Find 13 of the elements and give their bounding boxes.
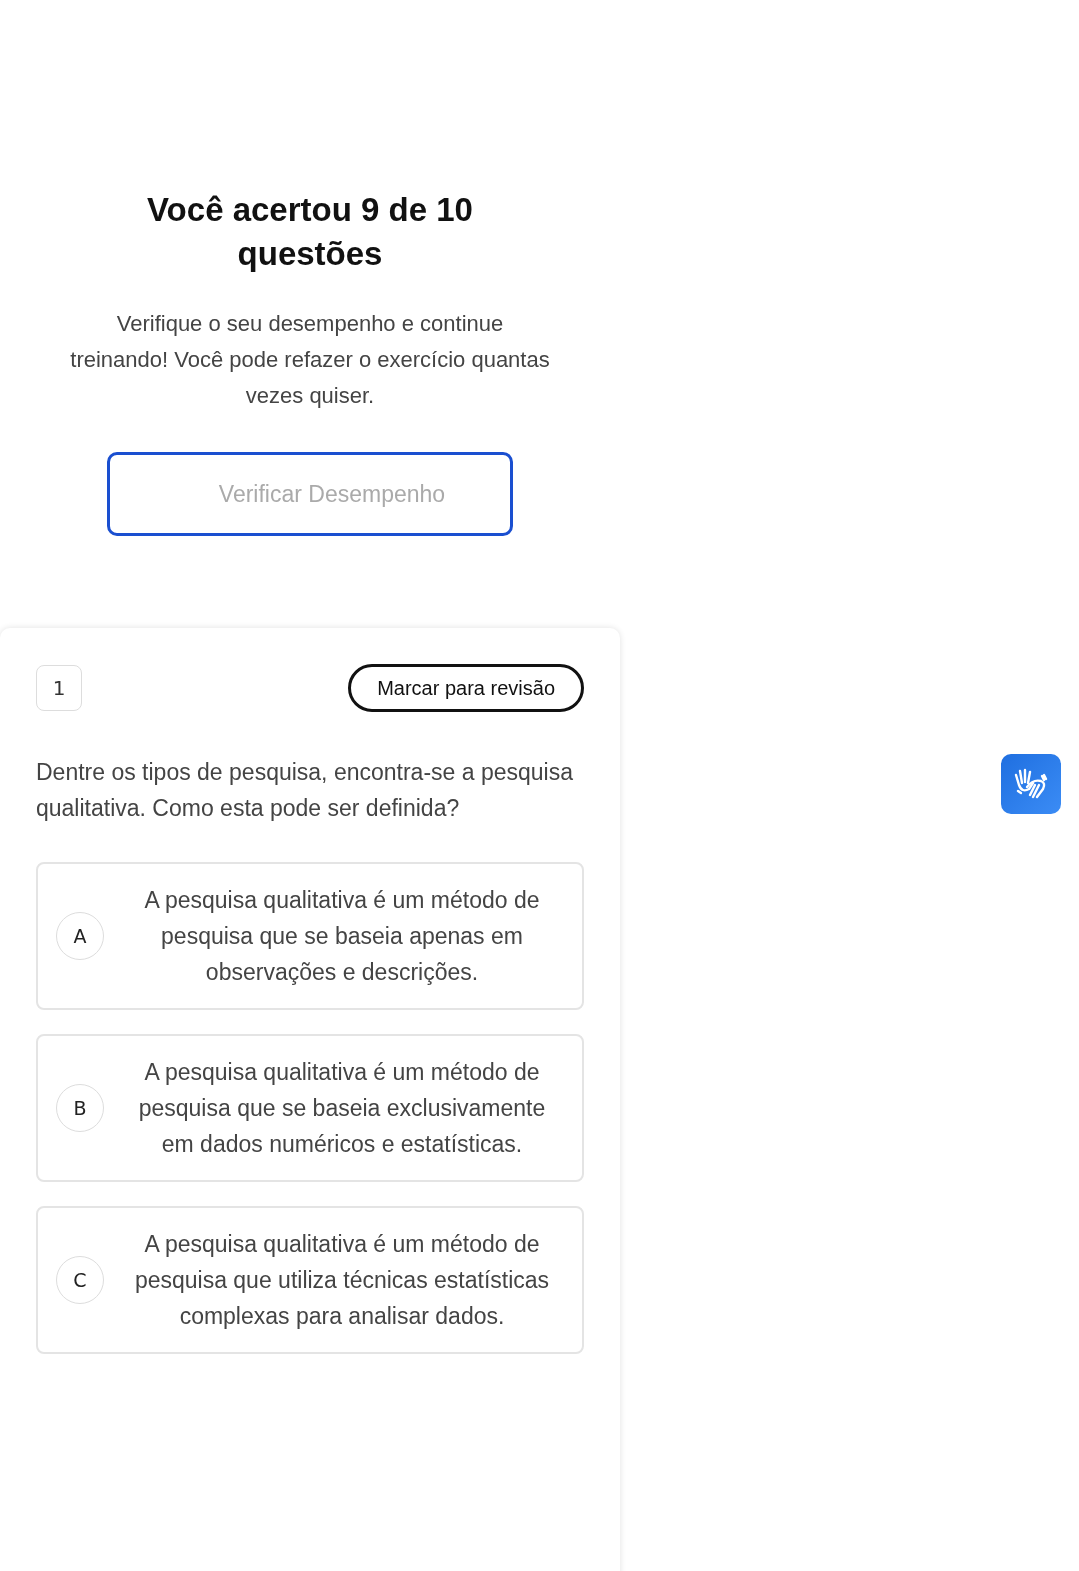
- sign-language-button[interactable]: [1001, 754, 1061, 814]
- mark-for-review-button[interactable]: Marcar para revisão: [348, 664, 584, 712]
- option-text: A pesquisa qualitativa é um método de pesquisa que utiliza técnicas estatísticas complexas para analisar dados.: [133, 1230, 551, 1331]
- answer-option[interactable]: B A pesquisa qualitativa é um método de pesquisa que se baseia exclusivamente em dados numéricos e estatísticas.: [36, 1034, 584, 1182]
- answer-option[interactable]: A A pesquisa qualitativa é um método de pesquisa que se baseia apenas em observações e descrições.: [36, 862, 584, 1010]
- result-description: Verifique o seu desempenho e continue treinando! Você pode refazer o exercício quantas vezes quiser.: [70, 310, 550, 410]
- option-text: A pesquisa qualitativa é um método de pesquisa que se baseia apenas em observações e descrições.: [143, 886, 541, 987]
- result-title: Você acertou 9 de 10 questões: [146, 190, 474, 274]
- option-text: A pesquisa qualitativa é um método de pesquisa que se baseia exclusivamente em dados numéricos e estatísticas.: [137, 1058, 547, 1159]
- question-number: 1: [36, 665, 82, 711]
- answer-option[interactable]: C A pesquisa qualitativa é um método de pesquisa que utiliza técnicas estatísticas complexas para analisar dados.: [36, 1206, 584, 1354]
- hands-icon: [1013, 767, 1049, 801]
- question-text: Dentre os tipos de pesquisa, encontra-se a pesquisa qualitativa. Como esta pode ser definida?: [36, 758, 574, 823]
